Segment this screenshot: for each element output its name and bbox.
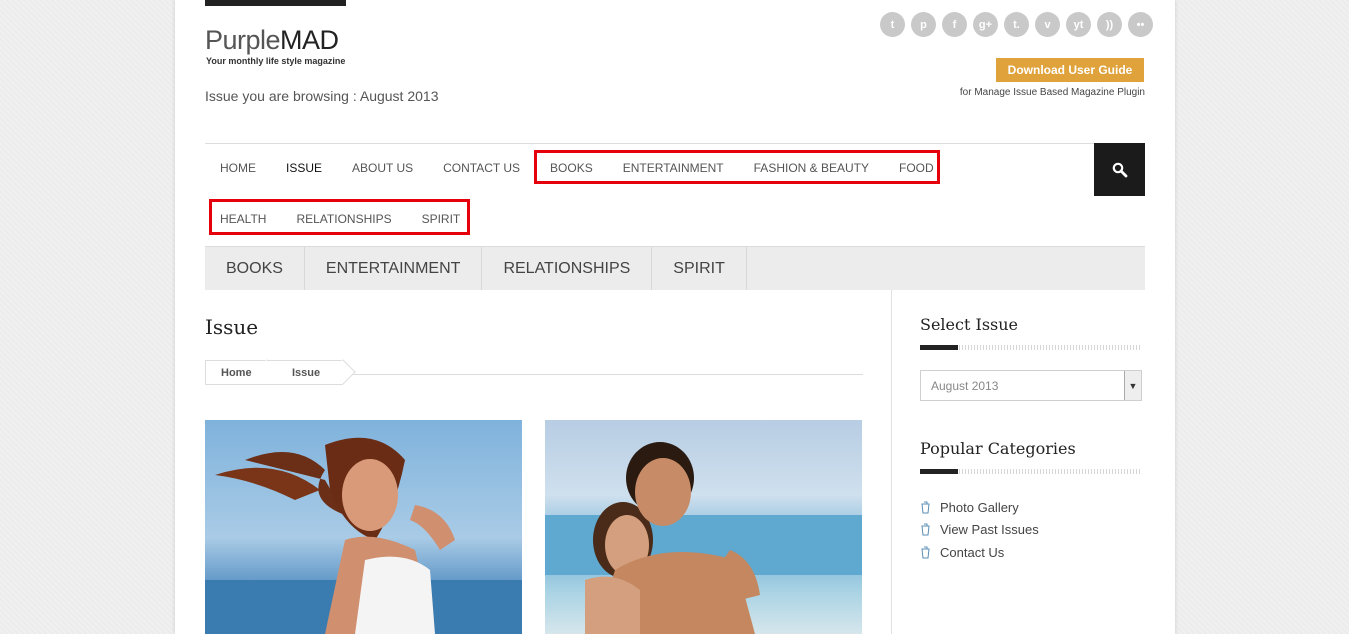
popular-item-label: View Past Issues [940,522,1039,538]
issue-browsing-text: Issue you are browsing : August 2013 [205,88,439,104]
list-item[interactable]: Photo Gallery [920,496,1039,519]
popular-categories-rule [920,469,1141,474]
chevron-down-icon: ▼ [1124,371,1141,400]
search-button[interactable] [1094,143,1145,196]
nav-item-contact-us[interactable]: CONTACT US [428,161,535,175]
rss-icon[interactable]: )) [1097,12,1122,37]
popular-item-label: Contact Us [940,544,1005,560]
tumblr-icon[interactable]: t. [1004,12,1029,37]
issue-select-value: August 2013 [931,378,999,393]
breadcrumb-issue-label: Issue [292,366,321,379]
logo-top-bar [205,0,346,6]
category-entertainment[interactable]: ENTERTAINMENT [305,247,483,290]
vimeo-icon[interactable]: v [1035,12,1060,37]
list-item[interactable]: Contact Us [920,541,1039,564]
page-title: Issue [205,315,259,339]
category-books[interactable]: BOOKS [205,247,305,290]
select-issue-heading: Select Issue [920,315,1019,334]
highlight-box-row2 [209,199,470,235]
issue-photo-woman[interactable] [205,420,522,634]
twitter-icon[interactable]: t [880,12,905,37]
pinterest-icon[interactable]: p [911,12,936,37]
googleplus-icon[interactable]: g+ [973,12,998,37]
content-sidebar-divider [891,290,892,634]
flickr-icon[interactable]: •• [1128,12,1153,37]
nav-divider [205,143,1145,144]
cup-icon [921,546,930,559]
logo-text-part1: Purple [205,25,281,55]
category-spirit[interactable]: SPIRIT [652,247,747,290]
popular-item-label: Photo Gallery [940,499,1019,515]
popular-categories-list: Photo Gallery View Past Issues Contact U… [920,496,1039,564]
page-container: PurpleMAD Your monthly life style magazi… [175,0,1175,634]
breadcrumb-issue[interactable]: Issue [267,359,356,385]
select-issue-rule [920,345,1141,350]
nav-item-home[interactable]: HOME [205,161,271,175]
breadcrumb-home[interactable]: Home [205,359,280,385]
popular-categories-heading: Popular Categories [920,439,1076,458]
facebook-icon[interactable]: f [942,12,967,37]
download-user-guide-button[interactable]: Download User Guide [996,58,1144,82]
nav-item-issue[interactable]: ISSUE [271,161,337,175]
highlight-box-row1 [534,150,940,184]
site-tagline: Your monthly life style magazine [206,56,346,66]
site-logo[interactable]: PurpleMAD [205,26,339,54]
social-icons: t p f g+ t. v yt )) •• [880,12,1153,37]
cup-icon [921,523,930,536]
youtube-icon[interactable]: yt [1066,12,1091,37]
woman-beach-image [205,437,522,634]
logo-text-part2: MAD [280,25,339,55]
nav-item-about-us[interactable]: ABOUT US [337,161,428,175]
cup-icon [921,501,930,514]
guide-note: for Manage Issue Based Magazine Plugin [959,87,1145,98]
issue-photo-couple[interactable] [545,420,862,634]
list-item[interactable]: View Past Issues [920,519,1039,542]
issue-select-dropdown[interactable]: August 2013 ▼ [920,370,1142,401]
search-icon [1112,162,1127,177]
couple-beach-image [545,442,862,634]
breadcrumb-home-label: Home [221,366,252,379]
category-bar: BOOKS ENTERTAINMENT RELATIONSHIPS SPIRIT [205,246,1145,290]
category-relationships[interactable]: RELATIONSHIPS [482,247,653,290]
breadcrumb-arrow [330,359,356,385]
